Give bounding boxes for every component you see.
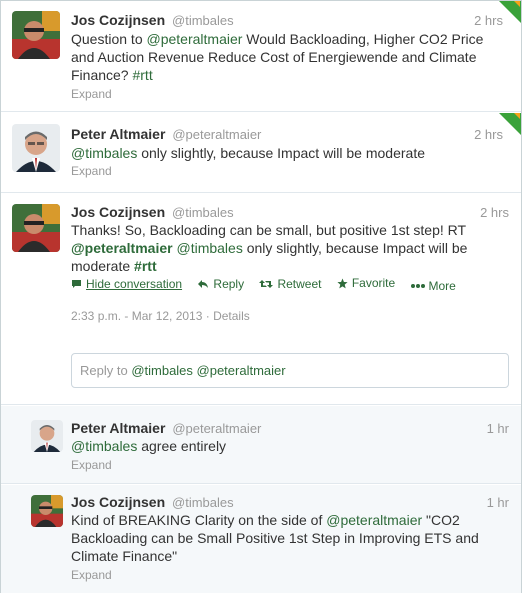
retweet-icon [259,279,274,288]
tweet-actions: Hide conversation Reply Retweet Favorite… [71,276,468,293]
tweet-text: Question to @peteraltmaier Would Backloa… [71,30,489,84]
tweet-username[interactable]: @peteraltmaier [172,127,261,142]
expand-link[interactable]: Expand [71,568,112,582]
details-link[interactable]: Details [213,309,250,323]
reply-input[interactable]: Reply to @timbales @peteraltmaier [71,353,509,388]
retweet-button[interactable]: Retweet [259,277,321,291]
mention-link[interactable]: @peteraltmaier [71,240,173,256]
avatar-jos-cozijnsen[interactable] [12,11,60,59]
reply-label: Reply [213,276,245,291]
avatar-image [12,124,60,172]
reply-arrow-icon [198,279,209,288]
tweet-username[interactable]: @timbales [172,495,234,510]
star-icon [337,278,348,288]
tweet-text: @timbales agree entirely [71,437,489,455]
tweet-meta: 2:33 p.m. - Mar 12, 2013 · Details [71,309,250,323]
expand-link[interactable]: Expand [71,458,112,472]
tweet-fullname[interactable]: Jos Cozijnsen [71,494,165,510]
tweet-fullname[interactable]: Peter Altmaier [71,126,165,142]
avatar-image [12,204,60,252]
tweet-fullname[interactable]: Peter Altmaier [71,420,165,436]
tweet-text-part: Thanks! So, Backloading can be small, bu… [71,222,466,238]
avatar-jos-cozijnsen[interactable] [12,204,60,252]
mention-link[interactable]: @peteraltmaier [147,31,243,47]
meta-separator: · [202,309,214,323]
favorite-button[interactable]: Favorite [337,276,395,290]
tweet-timestamp[interactable]: 1 hr [487,421,509,436]
tweet-username[interactable]: @timbales [172,205,234,220]
avatar-image [31,420,63,452]
speech-bubble-icon [72,279,81,288]
reply-mentions: @timbales @peteraltmaier [131,363,286,378]
tweet-text: Thanks! So, Backloading can be small, bu… [71,221,489,275]
tweet-peter-agree[interactable]: Peter Altmaier @peteraltmaier 1 hr @timb… [1,406,521,484]
ellipsis-icon [410,283,425,288]
tweet-text: @timbales only slightly, because Impact … [71,144,489,162]
tweet-text-part: only slightly, because Impact will be mo… [137,145,425,161]
expand-link[interactable]: Expand [71,164,112,178]
avatar-peter-altmaier[interactable] [31,420,63,452]
mention-link[interactable]: @timbales [71,438,137,454]
avatar-image [12,11,60,59]
tweet-fullname[interactable]: Jos Cozijnsen [71,204,165,220]
tweet-username[interactable]: @peteraltmaier [172,421,261,436]
tweet-username[interactable]: @timbales [172,13,234,28]
tweet-text-part: Question to [71,31,147,47]
tweet-text: Kind of BREAKING Clarity on the side of … [71,511,489,565]
favorite-corner-icon [499,1,521,23]
avatar-image [31,495,63,527]
tweet-date[interactable]: 2:33 p.m. - Mar 12, 2013 [71,309,202,323]
tweet-text-part: Kind of BREAKING Clarity on the side of [71,512,327,528]
more-button[interactable]: More [410,278,456,293]
favorite-label: Favorite [351,276,396,290]
favorite-corner-icon [499,113,521,135]
avatar-jos-cozijnsen[interactable] [31,495,63,527]
tweet-fullname[interactable]: Jos Cozijnsen [71,12,165,28]
hide-conversation-button[interactable]: Hide conversation [71,277,182,291]
avatar-peter-altmaier[interactable] [12,124,60,172]
retweet-label: Retweet [277,276,322,291]
tweet-timestamp[interactable]: 2 hrs [480,205,509,220]
mention-link[interactable]: @peteraltmaier [326,512,422,528]
reply-button[interactable]: Reply [197,277,244,291]
mention-link[interactable]: @timbales [71,145,137,161]
reply-prefix: Reply to [80,363,132,378]
tweet-jos-question[interactable]: Jos Cozijnsen @timbales 2 hrs Question t… [1,1,521,112]
tweet-jos-breaking[interactable]: Jos Cozijnsen @timbales 1 hr Kind of BRE… [1,485,521,593]
tweet-timestamp[interactable]: 1 hr [487,495,509,510]
expand-link[interactable]: Expand [71,87,112,101]
more-label: More [428,278,456,293]
hashtag-link[interactable]: #rtt [134,258,157,274]
tweet-text-part: agree entirely [137,438,227,454]
tweet-peter-reply[interactable]: Peter Altmaier @peteraltmaier 2 hrs @tim… [1,113,521,193]
hide-conversation-label: Hide conversation [86,276,183,291]
tweet-stream: Jos Cozijnsen @timbales 2 hrs Question t… [0,0,522,593]
hashtag-link[interactable]: #rtt [132,67,152,83]
mention-link[interactable]: @timbales [176,240,242,256]
